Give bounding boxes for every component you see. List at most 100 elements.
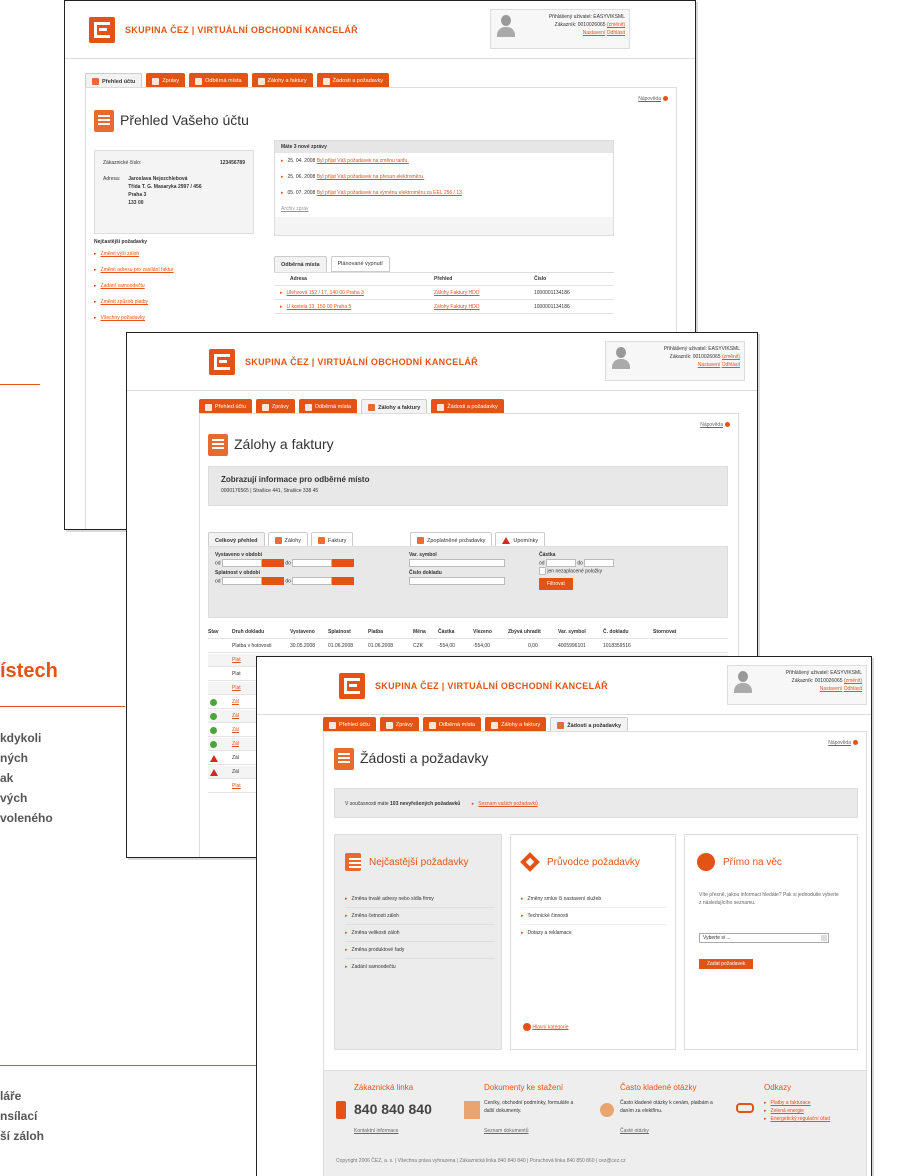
content-panel: Nápověda Žádosti a požadavky V současnos… <box>323 731 867 1176</box>
news-item[interactable]: 25. 04. 2008 Byl přijat Váš požadavek na… <box>281 157 607 165</box>
card-title: Průvodce požadavky <box>547 857 640 868</box>
card-title: Přímo na věc <box>723 857 782 868</box>
header: SKUPINA ČEZ | VIRTUÁLNÍ OBCHODNÍ KANCELÁ… <box>257 657 871 715</box>
request-link[interactable]: Změna četnosti záloh <box>345 908 495 925</box>
user-avatar-icon <box>733 671 753 695</box>
main-category-link[interactable]: Hlavní kategorie <box>523 1023 569 1031</box>
footer-link[interactable]: Zelená energie <box>764 1107 830 1115</box>
logout-link[interactable]: Odhlásit <box>722 362 740 368</box>
footer-links-title: Odkazy <box>764 1083 792 1092</box>
invoice-icon <box>491 721 499 729</box>
help-link[interactable]: Nápověda <box>638 96 668 102</box>
calendar-icon[interactable] <box>261 559 284 567</box>
table-row[interactable]: U kostela 13, 150 00 Praha 5Zálohy Faktu… <box>274 301 614 314</box>
ok-icon <box>210 741 217 748</box>
side-text-1: kdykoli ných ak vých voleného <box>0 731 53 825</box>
requests-page-icon <box>334 748 354 770</box>
user-box: Přihlášený uživatel: EASYVIKSML Zákazník… <box>727 665 867 705</box>
guide-link[interactable]: Dotazy a reklamace <box>521 925 667 941</box>
brand-title: SKUPINA ČEZ | VIRTUÁLNÍ OBCHODNÍ KANCELÁ… <box>245 357 478 367</box>
footer-phone-title: Zákaznická linka <box>354 1083 414 1092</box>
footer-link[interactable]: Energetický regulační úřad <box>764 1115 830 1123</box>
warning-icon <box>502 537 511 544</box>
customer-number-row: Zákaznické číslo: 123456789 <box>103 160 245 166</box>
address-row: Adresa: Jaroslava Nejezchlebová Třída T. … <box>103 176 202 206</box>
unpaid-checkbox[interactable] <box>539 567 546 576</box>
table-row[interactable]: Platba v hotovosti 30.05.2008 01.06.2008 01… <box>208 640 728 653</box>
divider <box>0 1065 260 1066</box>
cez-logo <box>339 673 365 699</box>
issued-to-input[interactable] <box>292 559 333 567</box>
table-row[interactable]: Ulehvová 152 / 17, 140 00 Praha 3Zálohy … <box>274 287 614 300</box>
home-icon <box>92 78 99 85</box>
change-customer-link[interactable]: (změnit) <box>607 22 625 28</box>
request-link[interactable]: Změna velikosti záloh <box>345 925 495 942</box>
copyright: Copyright 2006 ČEZ, a. s. | Všechna práv… <box>336 1158 626 1164</box>
calendar-icon[interactable] <box>332 577 355 586</box>
news-item[interactable]: 05. 07. 2008 Byl přijat Váš požadavek na… <box>281 189 607 197</box>
request-link[interactable]: Zadání samoodečtu <box>345 959 495 975</box>
issued-from-input[interactable] <box>221 559 262 567</box>
guide-link[interactable]: Změny smluv či nastavení služeb <box>521 891 667 908</box>
footer: Zákaznická linka 840 840 840 Kontaktní i… <box>324 1070 866 1176</box>
tab-supply-points-list[interactable]: Odběrná místa <box>274 256 327 272</box>
user-avatar-icon <box>611 347 631 371</box>
news-box: Máte 3 nové zprávy 25. 04. 2008 Byl přij… <box>274 140 614 236</box>
news-header: Máte 3 nové zprávy <box>275 141 613 153</box>
amount-to-input[interactable] <box>584 559 615 567</box>
calendar-icon[interactable] <box>332 559 355 567</box>
guide-link[interactable]: Technické činnosti <box>521 908 667 925</box>
frequent-link[interactable]: Zadání samoodečtu <box>94 282 254 290</box>
mail-icon <box>152 77 160 85</box>
calendar-icon[interactable] <box>261 577 284 586</box>
request-select[interactable]: Vyberte si ... <box>699 933 829 943</box>
request-link[interactable]: Změna trvalé adresy nebo sídla firmy <box>345 891 495 908</box>
request-icon <box>322 77 330 85</box>
change-customer-link[interactable]: (změnit) <box>844 678 862 684</box>
due-to-input[interactable] <box>292 577 333 586</box>
settings-link[interactable]: Nastavení <box>583 30 606 36</box>
filter-button[interactable]: Filtrovat <box>539 577 573 590</box>
news-item[interactable]: 25. 06. 2008 Byl přijat Váš požadavek na… <box>281 173 607 181</box>
faq-link[interactable]: Časté otázky <box>620 1127 649 1135</box>
side-heading: ístech <box>0 660 58 682</box>
requests-list-link[interactable]: Seznam vašich požadavků <box>472 801 538 807</box>
faq-text: Často kladené otázky k cenám, platbám a … <box>620 1100 713 1114</box>
logout-link[interactable]: Odhlásit <box>844 686 862 692</box>
help-link[interactable]: Nápověda <box>828 740 858 746</box>
archive-link[interactable]: Archiv zpráv <box>281 205 607 213</box>
amount-from-input[interactable] <box>545 559 576 567</box>
request-icon <box>437 403 445 411</box>
settings-link[interactable]: Nastavení <box>820 686 843 692</box>
frequent-link[interactable]: Změnit výši záloh <box>94 250 254 258</box>
card-direct: Přímo na věc Víte přesně, jakou informac… <box>684 834 858 1050</box>
request-link[interactable]: Změna produktové řady <box>345 942 495 959</box>
help-link[interactable]: Nápověda <box>700 422 730 428</box>
side-text-2: láře nsílací ší záloh <box>0 1089 45 1143</box>
logged-user: Přihlášený uživatel: EASYVIKSML <box>548 14 625 20</box>
location-icon <box>428 721 436 729</box>
var-symbol-input[interactable] <box>409 559 505 567</box>
frequent-link[interactable]: Změnit adresu pro zasílání faktur <box>94 266 254 274</box>
table-header: Adresa Přehled Číslo <box>274 273 614 286</box>
change-customer-link[interactable]: (změnit) <box>722 354 740 360</box>
footer-link[interactable]: Platby a fakturace <box>764 1099 830 1107</box>
logout-link[interactable]: Odhlásit <box>607 30 625 36</box>
settings-link[interactable]: Nastavení <box>698 362 721 368</box>
cez-logo <box>209 349 235 375</box>
ok-icon <box>210 699 217 706</box>
invoice-icon <box>368 404 376 411</box>
frequent-link[interactable]: Všechny požadavky <box>94 314 254 322</box>
arrow-icon <box>523 1023 531 1031</box>
frequent-link[interactable]: Změnit způsob platby <box>94 298 254 306</box>
page-title: Přehled Vašeho účtu <box>120 112 249 128</box>
submit-request-button[interactable]: Zadat požadavek <box>699 959 754 969</box>
tab-planned-outages[interactable]: Plánované vypnutí <box>330 256 390 272</box>
request-icon <box>557 722 565 729</box>
documents-link[interactable]: Seznam dokumentů <box>484 1127 528 1135</box>
advance-icon <box>274 537 282 544</box>
contact-link[interactable]: Kontaktní informace <box>354 1127 398 1135</box>
doc-number-input[interactable] <box>409 577 505 586</box>
due-from-input[interactable] <box>221 577 262 586</box>
chevron-down-icon <box>821 935 827 941</box>
